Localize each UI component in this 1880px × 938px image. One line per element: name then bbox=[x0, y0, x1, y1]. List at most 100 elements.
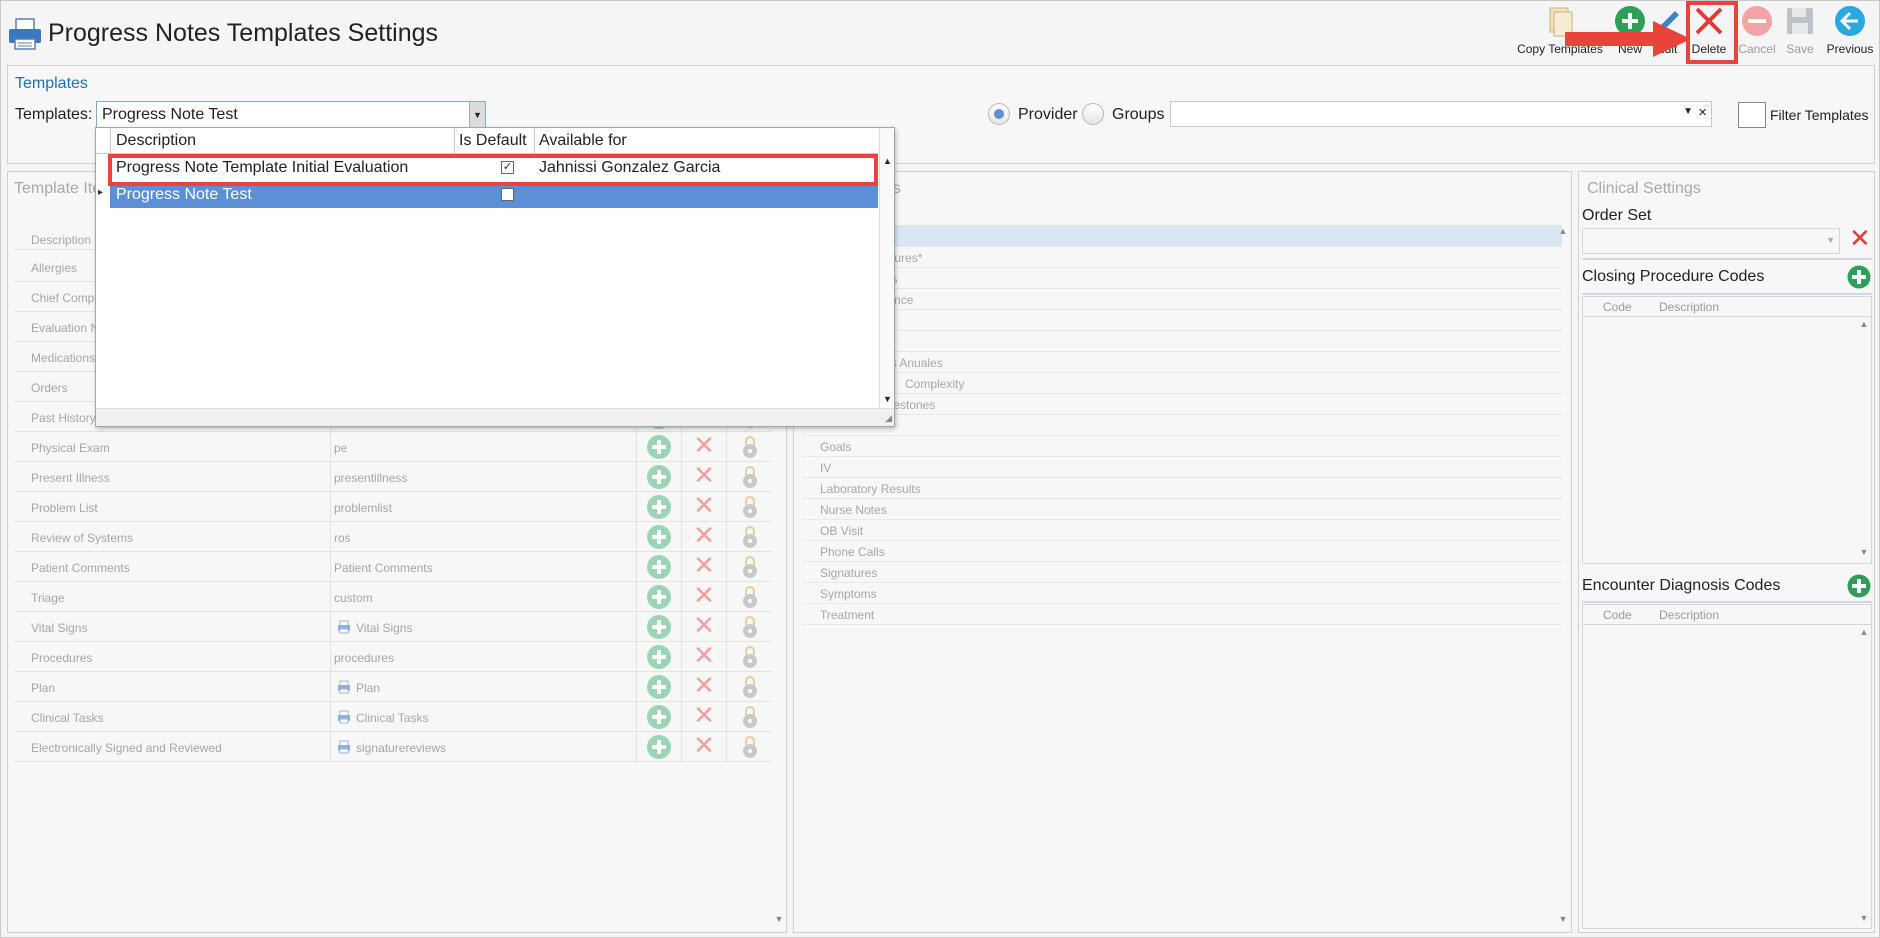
remove-icon[interactable]: ✕ bbox=[692, 613, 716, 639]
cancel-button[interactable]: Cancel bbox=[1738, 5, 1776, 56]
list-item[interactable]: Treatment bbox=[802, 604, 1562, 625]
add-icon[interactable] bbox=[647, 615, 671, 639]
scroll-up-icon[interactable]: ▲ bbox=[883, 156, 892, 166]
table-row[interactable]: Vital Signs Vital Signs ✕ bbox=[14, 612, 772, 642]
list-item[interactable]: OB Visit bbox=[802, 520, 1562, 541]
list-item[interactable] bbox=[802, 331, 1562, 352]
add-icon[interactable] bbox=[647, 585, 671, 609]
lock-icon[interactable] bbox=[741, 525, 759, 549]
list-item-label: Complexity bbox=[905, 377, 965, 391]
table-row[interactable]: Review of Systems ros ✕ bbox=[14, 522, 772, 552]
templates-label: Templates: bbox=[15, 106, 93, 123]
table-row[interactable]: Triage custom ✕ bbox=[14, 582, 772, 612]
chevron-down-icon[interactable]: ▼ bbox=[469, 102, 485, 128]
groups-radio[interactable] bbox=[1082, 103, 1104, 125]
add-icon[interactable] bbox=[647, 525, 671, 549]
resize-grip-icon[interactable]: ◢ bbox=[885, 413, 892, 424]
add-icon[interactable] bbox=[647, 465, 671, 489]
lock-icon[interactable] bbox=[741, 645, 759, 669]
table-row[interactable]: Procedures procedures ✕ bbox=[14, 642, 772, 672]
list-item[interactable]: Phone Calls bbox=[802, 541, 1562, 562]
add-closing-code-icon[interactable] bbox=[1847, 265, 1871, 289]
provider-label: Provider bbox=[1018, 106, 1078, 123]
provider-radio[interactable] bbox=[988, 103, 1010, 125]
lock-icon[interactable] bbox=[741, 585, 759, 609]
templates-combo[interactable]: Progress Note Test ▼ bbox=[96, 101, 486, 129]
item-description: Clinical Tasks bbox=[31, 711, 104, 725]
list-item[interactable]: ges bbox=[802, 268, 1562, 289]
remove-icon[interactable]: ✕ bbox=[692, 643, 716, 669]
item-value: signaturereviews bbox=[356, 741, 447, 755]
previous-button[interactable]: Previous bbox=[1825, 5, 1875, 56]
scroll-down-icon[interactable]: ▼ bbox=[1857, 547, 1871, 557]
clear-order-set-icon[interactable]: ✕ bbox=[1849, 226, 1873, 254]
add-icon[interactable] bbox=[647, 705, 671, 729]
scroll-down-icon[interactable]: ▼ bbox=[883, 394, 892, 404]
table-row[interactable]: Electronically Signed and Reviewed signat… bbox=[14, 732, 772, 762]
table-row[interactable]: Plan Plan ✕ bbox=[14, 672, 772, 702]
add-icon[interactable] bbox=[647, 495, 671, 519]
add-icon[interactable] bbox=[647, 735, 671, 759]
item-description: Orders bbox=[31, 381, 68, 395]
table-row[interactable]: Patient Comments Patient Comments ✕ bbox=[14, 552, 772, 582]
lock-icon[interactable] bbox=[741, 495, 759, 519]
dropdown-scrollbar[interactable]: ▲ ▼ bbox=[879, 128, 894, 408]
add-encounter-code-icon[interactable] bbox=[1847, 574, 1871, 598]
table-row[interactable]: Physical Exam pe ✕ bbox=[14, 432, 772, 462]
list-item[interactable]: tes bbox=[802, 226, 1562, 247]
remove-icon[interactable]: ✕ bbox=[692, 493, 716, 519]
lock-icon[interactable] bbox=[741, 615, 759, 639]
table-row[interactable]: Problem List problemlist ✕ bbox=[14, 492, 772, 522]
lock-icon[interactable] bbox=[741, 705, 759, 729]
lock-icon[interactable] bbox=[741, 675, 759, 699]
clear-icon[interactable]: × bbox=[1698, 104, 1707, 121]
remove-icon[interactable]: ✕ bbox=[692, 523, 716, 549]
filter-templates-checkbox[interactable] bbox=[1738, 102, 1766, 128]
provider-search-combo[interactable]: ▼ × bbox=[1170, 101, 1712, 127]
list-item[interactable]: Laboratory Results bbox=[802, 478, 1562, 499]
lock-icon[interactable] bbox=[741, 465, 759, 489]
list-item[interactable]: Symptoms bbox=[802, 583, 1562, 604]
lock-icon[interactable] bbox=[741, 555, 759, 579]
list-item[interactable]: idance bbox=[802, 289, 1562, 310]
list-item[interactable]: Signatures bbox=[802, 562, 1562, 583]
scroll-down-icon[interactable]: ▼ bbox=[1556, 914, 1570, 924]
list-item[interactable]: Nurse Notes bbox=[802, 499, 1562, 520]
code-column: Code bbox=[1603, 608, 1632, 622]
add-icon[interactable] bbox=[647, 675, 671, 699]
title-bar: Progress Notes Templates Settings Copy T… bbox=[1, 1, 1880, 65]
list-item[interactable]: oratorios Anuales bbox=[802, 352, 1562, 373]
scroll-down-icon[interactable]: ▼ bbox=[1857, 913, 1871, 923]
scroll-up-icon[interactable]: ▲ bbox=[1857, 627, 1871, 637]
scroll-up-icon[interactable]: ▲ bbox=[1857, 319, 1871, 329]
remove-icon[interactable]: ✕ bbox=[692, 703, 716, 729]
list-item[interactable]: Complexity bbox=[802, 373, 1562, 394]
list-item[interactable]: IV bbox=[802, 457, 1562, 478]
dropdown-arrow-icon[interactable]: ▼ bbox=[1683, 106, 1693, 117]
remove-icon[interactable]: ✕ bbox=[692, 733, 716, 759]
add-icon[interactable] bbox=[647, 435, 671, 459]
chevron-down-icon[interactable]: ▼ bbox=[1826, 235, 1835, 245]
save-button[interactable]: Save bbox=[1782, 5, 1818, 56]
table-row[interactable]: Clinical Tasks Clinical Tasks ✕ bbox=[14, 702, 772, 732]
lock-icon[interactable] bbox=[741, 735, 759, 759]
list-item[interactable]: Goals bbox=[802, 436, 1562, 457]
scroll-up-icon[interactable]: ▲ bbox=[1556, 226, 1570, 236]
lock-icon[interactable] bbox=[741, 435, 759, 459]
scroll-down-icon[interactable]: ▼ bbox=[772, 914, 786, 924]
table-row[interactable]: Present Illness presentillness ✕ bbox=[14, 462, 772, 492]
remove-icon[interactable]: ✕ bbox=[692, 673, 716, 699]
item-value: Clinical Tasks bbox=[356, 711, 429, 725]
add-icon[interactable] bbox=[647, 555, 671, 579]
remove-icon[interactable]: ✕ bbox=[692, 583, 716, 609]
list-item[interactable]: Milestones bbox=[802, 394, 1562, 415]
remove-icon[interactable]: ✕ bbox=[692, 553, 716, 579]
order-set-combo[interactable]: ▼ bbox=[1582, 228, 1840, 254]
list-item[interactable]: Measures* bbox=[802, 247, 1562, 268]
remove-icon[interactable]: ✕ bbox=[692, 463, 716, 489]
list-item[interactable] bbox=[802, 415, 1562, 436]
list-item[interactable] bbox=[802, 310, 1562, 331]
remove-icon[interactable]: ✕ bbox=[692, 433, 716, 459]
item-description: Medications bbox=[31, 351, 96, 365]
add-icon[interactable] bbox=[647, 645, 671, 669]
